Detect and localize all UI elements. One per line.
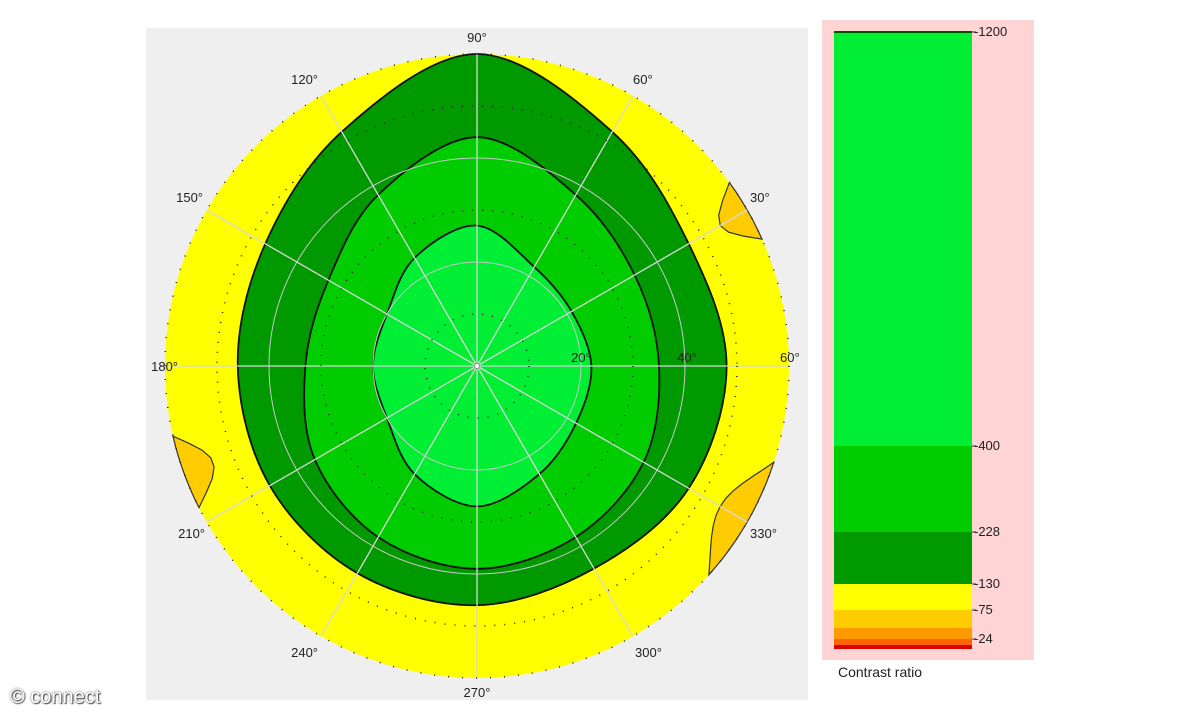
angle-tick-label: 30° xyxy=(750,190,770,205)
angle-tick-label: 300° xyxy=(635,645,662,660)
colorbar-tick-label: -130 xyxy=(974,576,1000,591)
angle-tick-label: 120° xyxy=(291,72,318,87)
polar-contour-chart: 90° 60° 30° 60° 330° 300° 270° 240° 210° 180° 150°… xyxy=(146,20,1034,700)
colorbar-band xyxy=(834,584,972,610)
angle-tick-label: 180° xyxy=(151,359,178,374)
colorbar-band xyxy=(834,628,972,639)
colorbar-tick-label: -24 xyxy=(974,631,993,646)
colorbar-band xyxy=(834,610,972,628)
angle-tick-label: 330° xyxy=(750,526,777,541)
angle-tick-label: 60° xyxy=(780,350,800,365)
colorbar-tick-label: -75 xyxy=(974,602,993,617)
watermark: © connect xyxy=(10,686,101,708)
angle-tick-label: 90° xyxy=(467,30,487,45)
angle-tick-label: 150° xyxy=(176,190,203,205)
colorbar-band xyxy=(834,446,972,532)
colorbar-band xyxy=(834,532,972,584)
center-point xyxy=(474,363,480,369)
colorbar-tick-label: -1200 xyxy=(974,24,1007,39)
colorbar-title: Contrast ratio xyxy=(838,664,922,680)
angle-tick-label: 270° xyxy=(464,685,491,700)
radial-tick-label: 40° xyxy=(677,350,697,365)
angle-tick-label: 240° xyxy=(291,645,318,660)
colorbar-tick-label: -228 xyxy=(974,524,1000,539)
colorbar-band xyxy=(834,32,972,446)
colorbar-band xyxy=(834,639,972,645)
angle-tick-label: 210° xyxy=(178,526,205,541)
colorbar-tick-label: -400 xyxy=(974,438,1000,453)
angle-tick-label: 60° xyxy=(633,72,653,87)
radial-tick-label: 20° xyxy=(571,350,591,365)
colorbar-band xyxy=(834,645,972,649)
